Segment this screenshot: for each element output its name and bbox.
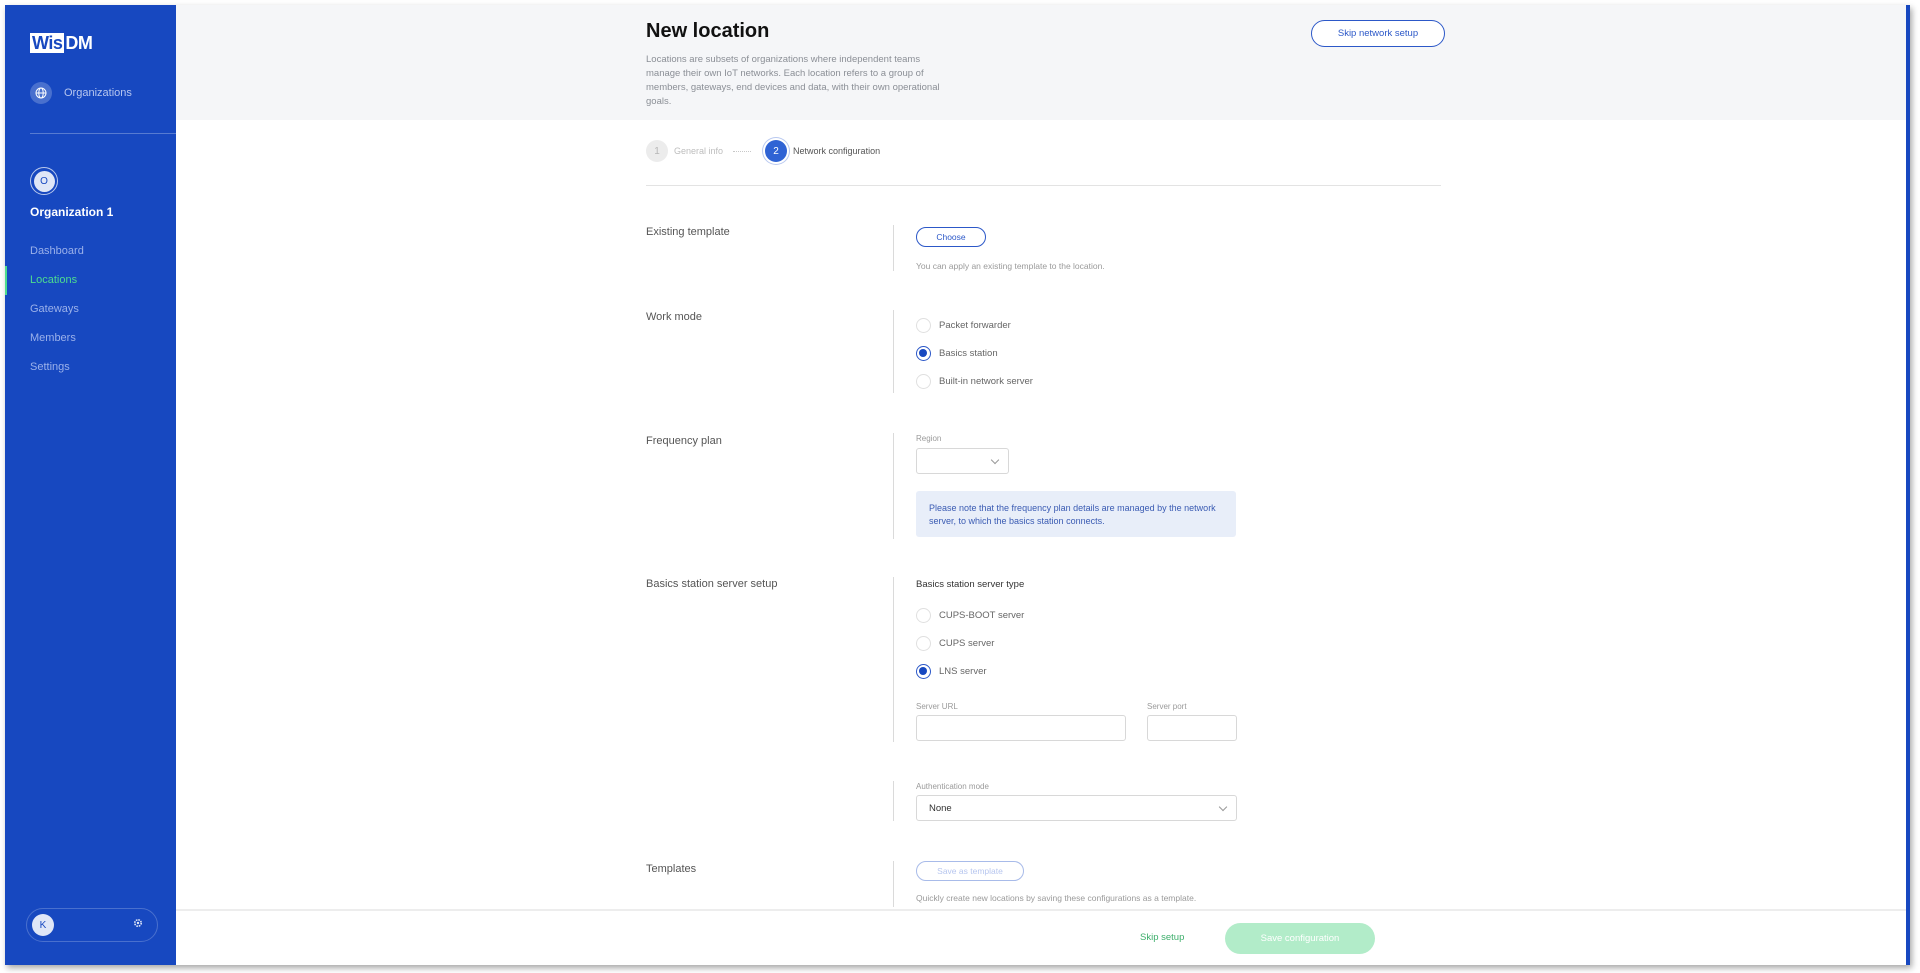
templates-hint: Quickly create new locations by saving t… — [916, 893, 1197, 903]
auth-mode-value: None — [929, 803, 952, 814]
radio-label: LNS server — [939, 665, 987, 677]
globe-icon — [30, 82, 52, 104]
radio-button[interactable] — [916, 607, 931, 623]
sidebar-nav: Dashboard Locations Gateways Members Set… — [5, 237, 176, 382]
auth-mode-select[interactable]: None — [916, 795, 1237, 821]
wisdm-logo[interactable]: Wis DM — [30, 33, 93, 54]
auth-mode-label: Authentication mode — [916, 782, 989, 791]
radio-label: CUPS-BOOT server — [939, 609, 1025, 621]
radio-label: CUPS server — [939, 637, 995, 649]
server-port-label: Server port — [1147, 702, 1187, 711]
radio-button[interactable] — [916, 317, 931, 333]
gear-icon[interactable] — [131, 918, 145, 932]
work-mode-packet-forwarder[interactable]: Packet forwarder — [916, 311, 1033, 339]
work-mode-title: Work mode — [646, 311, 703, 323]
radio-button-checked[interactable] — [916, 345, 931, 361]
stepper-divider — [646, 185, 1441, 186]
frequency-plan-note: Please note that the frequency plan deta… — [916, 491, 1236, 537]
server-url-input[interactable] — [916, 715, 1126, 741]
chevron-down-icon — [990, 455, 1000, 465]
server-type-radio-group: CUPS-BOOT server CUPS server LNS server — [916, 601, 1024, 685]
radio-button[interactable] — [916, 635, 931, 651]
sidebar-item-settings[interactable]: Settings — [5, 353, 176, 382]
sidebar-divider — [30, 133, 176, 134]
step-2-number: 2 — [765, 140, 788, 162]
radio-label: Packet forwarder — [939, 319, 1011, 331]
radio-button[interactable] — [916, 373, 931, 389]
section-divider — [893, 577, 894, 742]
section-divider — [893, 781, 894, 821]
organizations-label: Organizations — [64, 87, 132, 99]
server-type-label: Basics station server type — [916, 579, 1025, 590]
save-as-template-button[interactable]: Save as template — [916, 861, 1024, 881]
server-type-cups[interactable]: CUPS server — [916, 629, 1024, 657]
sidebar-item-gateways[interactable]: Gateways — [5, 295, 176, 324]
server-type-lns[interactable]: LNS server — [916, 657, 1024, 685]
region-label: Region — [916, 434, 942, 443]
section-divider — [893, 861, 894, 907]
organizations-link[interactable]: Organizations — [30, 82, 132, 104]
sidebar-item-locations[interactable]: Locations — [5, 266, 176, 295]
region-select[interactable] — [916, 448, 1009, 474]
step-2-label: Network configuration — [793, 146, 881, 156]
templates-title: Templates — [646, 863, 697, 875]
section-divider — [893, 433, 894, 539]
page-title: New location — [646, 20, 770, 42]
server-port-input[interactable] — [1147, 715, 1237, 741]
sidebar: Wis DM Organizations O Organization 1 Das… — [5, 5, 176, 965]
server-url-label: Server URL — [916, 702, 958, 711]
existing-template-title: Existing template — [646, 226, 730, 238]
page-description: Locations are subsets of organizations w… — [646, 54, 940, 107]
work-mode-radio-group: Packet forwarder Basics station Built-in… — [916, 311, 1033, 395]
user-avatar[interactable]: K — [32, 914, 54, 936]
server-type-cups-boot[interactable]: CUPS-BOOT server — [916, 601, 1024, 629]
app-window: Wis DM Organizations O Organization 1 Das… — [5, 5, 1910, 965]
radio-label: Built-in network server — [939, 375, 1033, 387]
user-menu[interactable]: K — [26, 908, 158, 942]
org-avatar[interactable]: O — [30, 167, 58, 195]
radio-button-checked[interactable] — [916, 663, 931, 679]
radio-label: Basics station — [939, 347, 998, 359]
org-avatar-initial: O — [33, 170, 55, 192]
save-configuration-button[interactable]: Save configuration — [1225, 923, 1375, 954]
section-divider — [893, 310, 894, 393]
basics-station-setup-title: Basics station server setup — [646, 578, 778, 590]
logo-dm: DM — [65, 33, 93, 53]
page-header: New location Locations are subsets of or… — [176, 5, 1906, 120]
skip-setup-link[interactable]: Skip setup — [1140, 932, 1184, 943]
sidebar-item-dashboard[interactable]: Dashboard — [5, 237, 176, 266]
chevron-down-icon — [1218, 802, 1228, 812]
stepper: 1 General info 2 Network configuration — [646, 140, 880, 162]
scrollbar[interactable] — [1906, 5, 1910, 965]
existing-template-hint: You can apply an existing template to th… — [916, 261, 1105, 271]
logo-wis: Wis — [30, 33, 65, 53]
choose-template-button[interactable]: Choose — [916, 227, 986, 247]
work-mode-built-in-network-server[interactable]: Built-in network server — [916, 367, 1033, 395]
skip-network-setup-button[interactable]: Skip network setup — [1311, 20, 1445, 47]
work-mode-basics-station[interactable]: Basics station — [916, 339, 1033, 367]
step-connector — [733, 150, 752, 152]
frequency-plan-title: Frequency plan — [646, 435, 722, 447]
footer-bar: Skip setup Save configuration — [176, 909, 1906, 965]
org-name: Organization 1 — [30, 205, 114, 219]
section-divider — [893, 225, 894, 271]
step-1-number[interactable]: 1 — [646, 140, 668, 162]
sidebar-item-members[interactable]: Members — [5, 324, 176, 353]
step-1-label[interactable]: General info — [674, 146, 723, 156]
